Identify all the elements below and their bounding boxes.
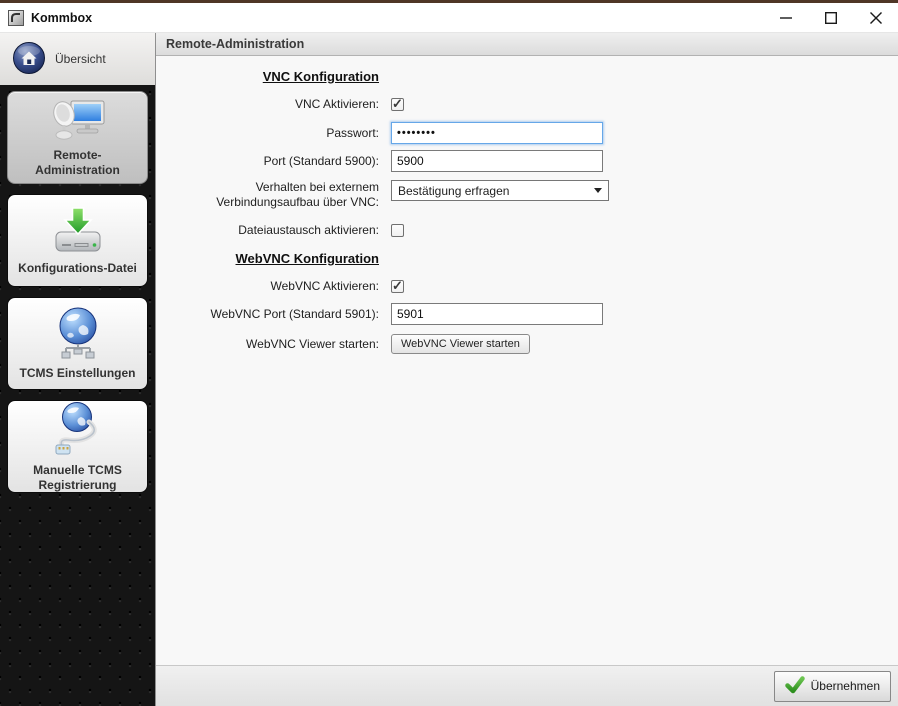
close-button[interactable]	[853, 5, 898, 31]
footer-bar: Übernehmen	[156, 665, 898, 706]
chevron-down-icon	[594, 188, 602, 193]
vnc-enable-label: VNC Aktivieren:	[294, 97, 379, 111]
sidebar-nav: Remote-Administration Konfigurations-Dat…	[0, 85, 155, 706]
vnc-port-input[interactable]	[391, 150, 603, 172]
window-title: Kommbox	[31, 10, 93, 25]
behavior-select[interactable]: Bestätigung erfragen	[391, 180, 609, 201]
sidebar-item-label: Remote-Administration	[35, 147, 120, 177]
remote-desktop-icon	[49, 98, 107, 145]
webvnc-viewer-label: WebVNC Viewer starten:	[246, 336, 379, 351]
sidebar-item-label: Übersicht	[55, 52, 106, 66]
password-input[interactable]	[391, 122, 603, 144]
vnc-enable-checkbox[interactable]	[391, 96, 404, 112]
download-drive-icon	[50, 205, 106, 258]
sidebar-item-remote-administration[interactable]: Remote-Administration	[7, 91, 148, 184]
home-icon	[12, 41, 46, 78]
sidebar-item-label: Manuelle TCMS Registrierung	[33, 462, 122, 492]
checkmark-icon	[784, 675, 805, 697]
sidebar-item-konfigurations-datei[interactable]: Konfigurations-Datei	[7, 194, 148, 287]
app-icon	[8, 9, 24, 26]
maximize-button[interactable]	[808, 5, 853, 31]
password-label: Passwort:	[326, 125, 379, 140]
vnc-section-heading: VNC Konfiguration	[262, 69, 379, 84]
webvnc-enable-checkbox[interactable]	[391, 278, 404, 294]
sidebar-item-label: TCMS Einstellungen	[19, 366, 136, 380]
webvnc-section-heading: WebVNC Konfiguration	[235, 251, 379, 266]
globe-cable-icon	[50, 401, 106, 460]
vnc-port-label: Port (Standard 5900):	[263, 153, 379, 168]
sidebar-item-tcms-einstellungen[interactable]: TCMS Einstellungen	[7, 297, 148, 390]
behavior-select-value: Bestätigung erfragen	[398, 183, 510, 198]
minimize-button[interactable]	[763, 5, 808, 31]
apply-button[interactable]: Übernehmen	[773, 670, 891, 702]
window-controls	[763, 5, 898, 31]
sidebar-item-manuelle-tcms-registrierung[interactable]: Manuelle TCMS Registrierung	[7, 400, 148, 493]
settings-form: VNC Konfiguration VNC Aktivieren: Passwo…	[156, 56, 898, 665]
behavior-label: Verhalten bei externem Verbindungsaufbau…	[216, 180, 379, 209]
webvnc-port-label: WebVNC Port (Standard 5901):	[210, 306, 379, 321]
sidebar-item-label: Konfigurations-Datei	[18, 261, 137, 275]
sidebar: Übersicht Remote-Administration Konfigur…	[0, 33, 155, 706]
kommbox-window: Kommbox Übersicht Remote-Administration …	[0, 0, 898, 706]
sidebar-item-uebersicht[interactable]: Übersicht	[0, 33, 155, 85]
file-exchange-checkbox[interactable]	[391, 224, 404, 237]
page-header: Remote-Administration	[156, 33, 898, 56]
page-title: Remote-Administration	[166, 37, 305, 51]
webvnc-port-input[interactable]	[391, 303, 603, 325]
titlebar[interactable]: Kommbox	[0, 3, 898, 33]
apply-button-label: Übernehmen	[810, 679, 880, 693]
file-exchange-label: Dateiaustausch aktivieren:	[238, 223, 379, 237]
webvnc-enable-label: WebVNC Aktivieren:	[270, 279, 380, 293]
globe-network-icon	[49, 306, 107, 363]
webvnc-viewer-button[interactable]: WebVNC Viewer starten	[391, 334, 530, 354]
